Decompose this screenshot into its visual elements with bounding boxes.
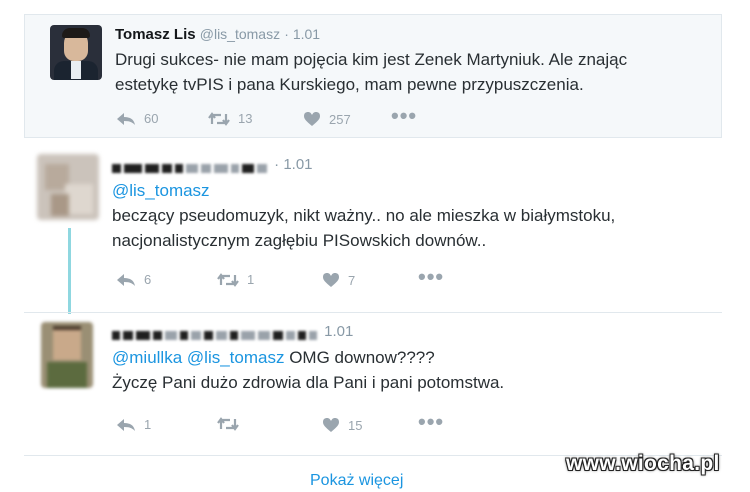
like-count: 15 xyxy=(348,417,363,433)
tweet-text-line-2: Życzę Pani dużo zdrowia dla Pani i pani … xyxy=(112,373,505,392)
more-icon: ••• xyxy=(418,264,445,289)
mention-link[interactable]: @lis_tomasz xyxy=(112,181,210,200)
divider xyxy=(24,312,722,313)
reply-button[interactable]: 1 xyxy=(116,417,151,432)
avatar[interactable] xyxy=(37,154,99,220)
reply-count: 1 xyxy=(144,417,152,432)
tweet-text-line-1: @miullka @lis_tomasz OMG downow???? xyxy=(112,345,435,370)
more-icon: ••• xyxy=(391,103,418,128)
like-count: 257 xyxy=(329,111,351,127)
reply-count: 6 xyxy=(144,272,152,287)
tweet-header: Tomasz Lis @lis_tomasz · 1.01 xyxy=(115,26,320,43)
show-more-link[interactable]: Pokaż więcej xyxy=(310,472,403,490)
mention-link[interactable]: @miullka xyxy=(112,348,182,367)
mention-link[interactable]: @lis_tomasz xyxy=(187,348,285,367)
retweet-count: 1 xyxy=(247,272,255,287)
tweet-text-line-1: beczący pseudomuzyk, nikt ważny.. no ale… xyxy=(112,206,616,225)
tweet-text-line-2: nacjonalistycznym zagłębiu PISowskich do… xyxy=(112,231,487,250)
retweet-button[interactable]: 13 xyxy=(208,111,252,126)
reply-count: 60 xyxy=(144,111,159,126)
more-button[interactable]: ••• xyxy=(418,409,445,434)
avatar[interactable] xyxy=(41,322,93,388)
blurred-author-name xyxy=(112,159,270,173)
retweet-icon xyxy=(217,272,239,287)
retweet-button[interactable] xyxy=(217,417,247,431)
tweet-time[interactable]: · 1.01 xyxy=(284,26,320,42)
thread-line xyxy=(68,228,71,314)
author-handle[interactable]: @lis_tomasz xyxy=(200,26,280,42)
tweet-time[interactable]: 1.01 xyxy=(324,323,353,340)
tweet-header: · 1.01 xyxy=(112,156,313,173)
reply-icon xyxy=(117,273,135,286)
tweet-time[interactable]: · 1.01 xyxy=(274,156,312,173)
like-count: 7 xyxy=(348,272,356,288)
reply-button[interactable]: 6 xyxy=(116,272,151,287)
blurred-author-name xyxy=(112,326,320,340)
more-icon: ••• xyxy=(418,409,445,434)
watermark: www.wiocha.pl xyxy=(566,452,720,475)
like-icon xyxy=(304,112,320,126)
author-name[interactable]: Tomasz Lis xyxy=(115,26,196,43)
like-button[interactable]: 257 xyxy=(303,111,351,127)
tweet-text-line-1: Drugi sukces- nie mam pojęcia kim jest Z… xyxy=(115,50,628,69)
reply-icon xyxy=(117,418,135,431)
tweet-text: OMG downow???? xyxy=(284,348,435,367)
like-button[interactable]: 7 xyxy=(322,272,355,288)
retweet-count: 13 xyxy=(238,111,253,126)
retweet-icon xyxy=(217,417,239,431)
more-button[interactable]: ••• xyxy=(391,103,418,128)
retweet-button[interactable]: 1 xyxy=(217,272,254,287)
retweet-icon xyxy=(208,111,230,126)
tweet-text-line-2: estetykę tvPIS i pana Kurskiego, mam pew… xyxy=(115,75,584,94)
like-icon xyxy=(323,273,339,287)
reply-icon xyxy=(117,112,135,125)
avatar[interactable] xyxy=(50,25,102,80)
like-button[interactable]: 15 xyxy=(322,417,362,433)
more-button[interactable]: ••• xyxy=(418,264,445,289)
like-icon xyxy=(323,418,339,432)
tweet-header: 1.01 xyxy=(112,323,353,340)
reply-mention: @lis_tomasz xyxy=(112,178,210,203)
reply-button[interactable]: 60 xyxy=(116,111,158,126)
